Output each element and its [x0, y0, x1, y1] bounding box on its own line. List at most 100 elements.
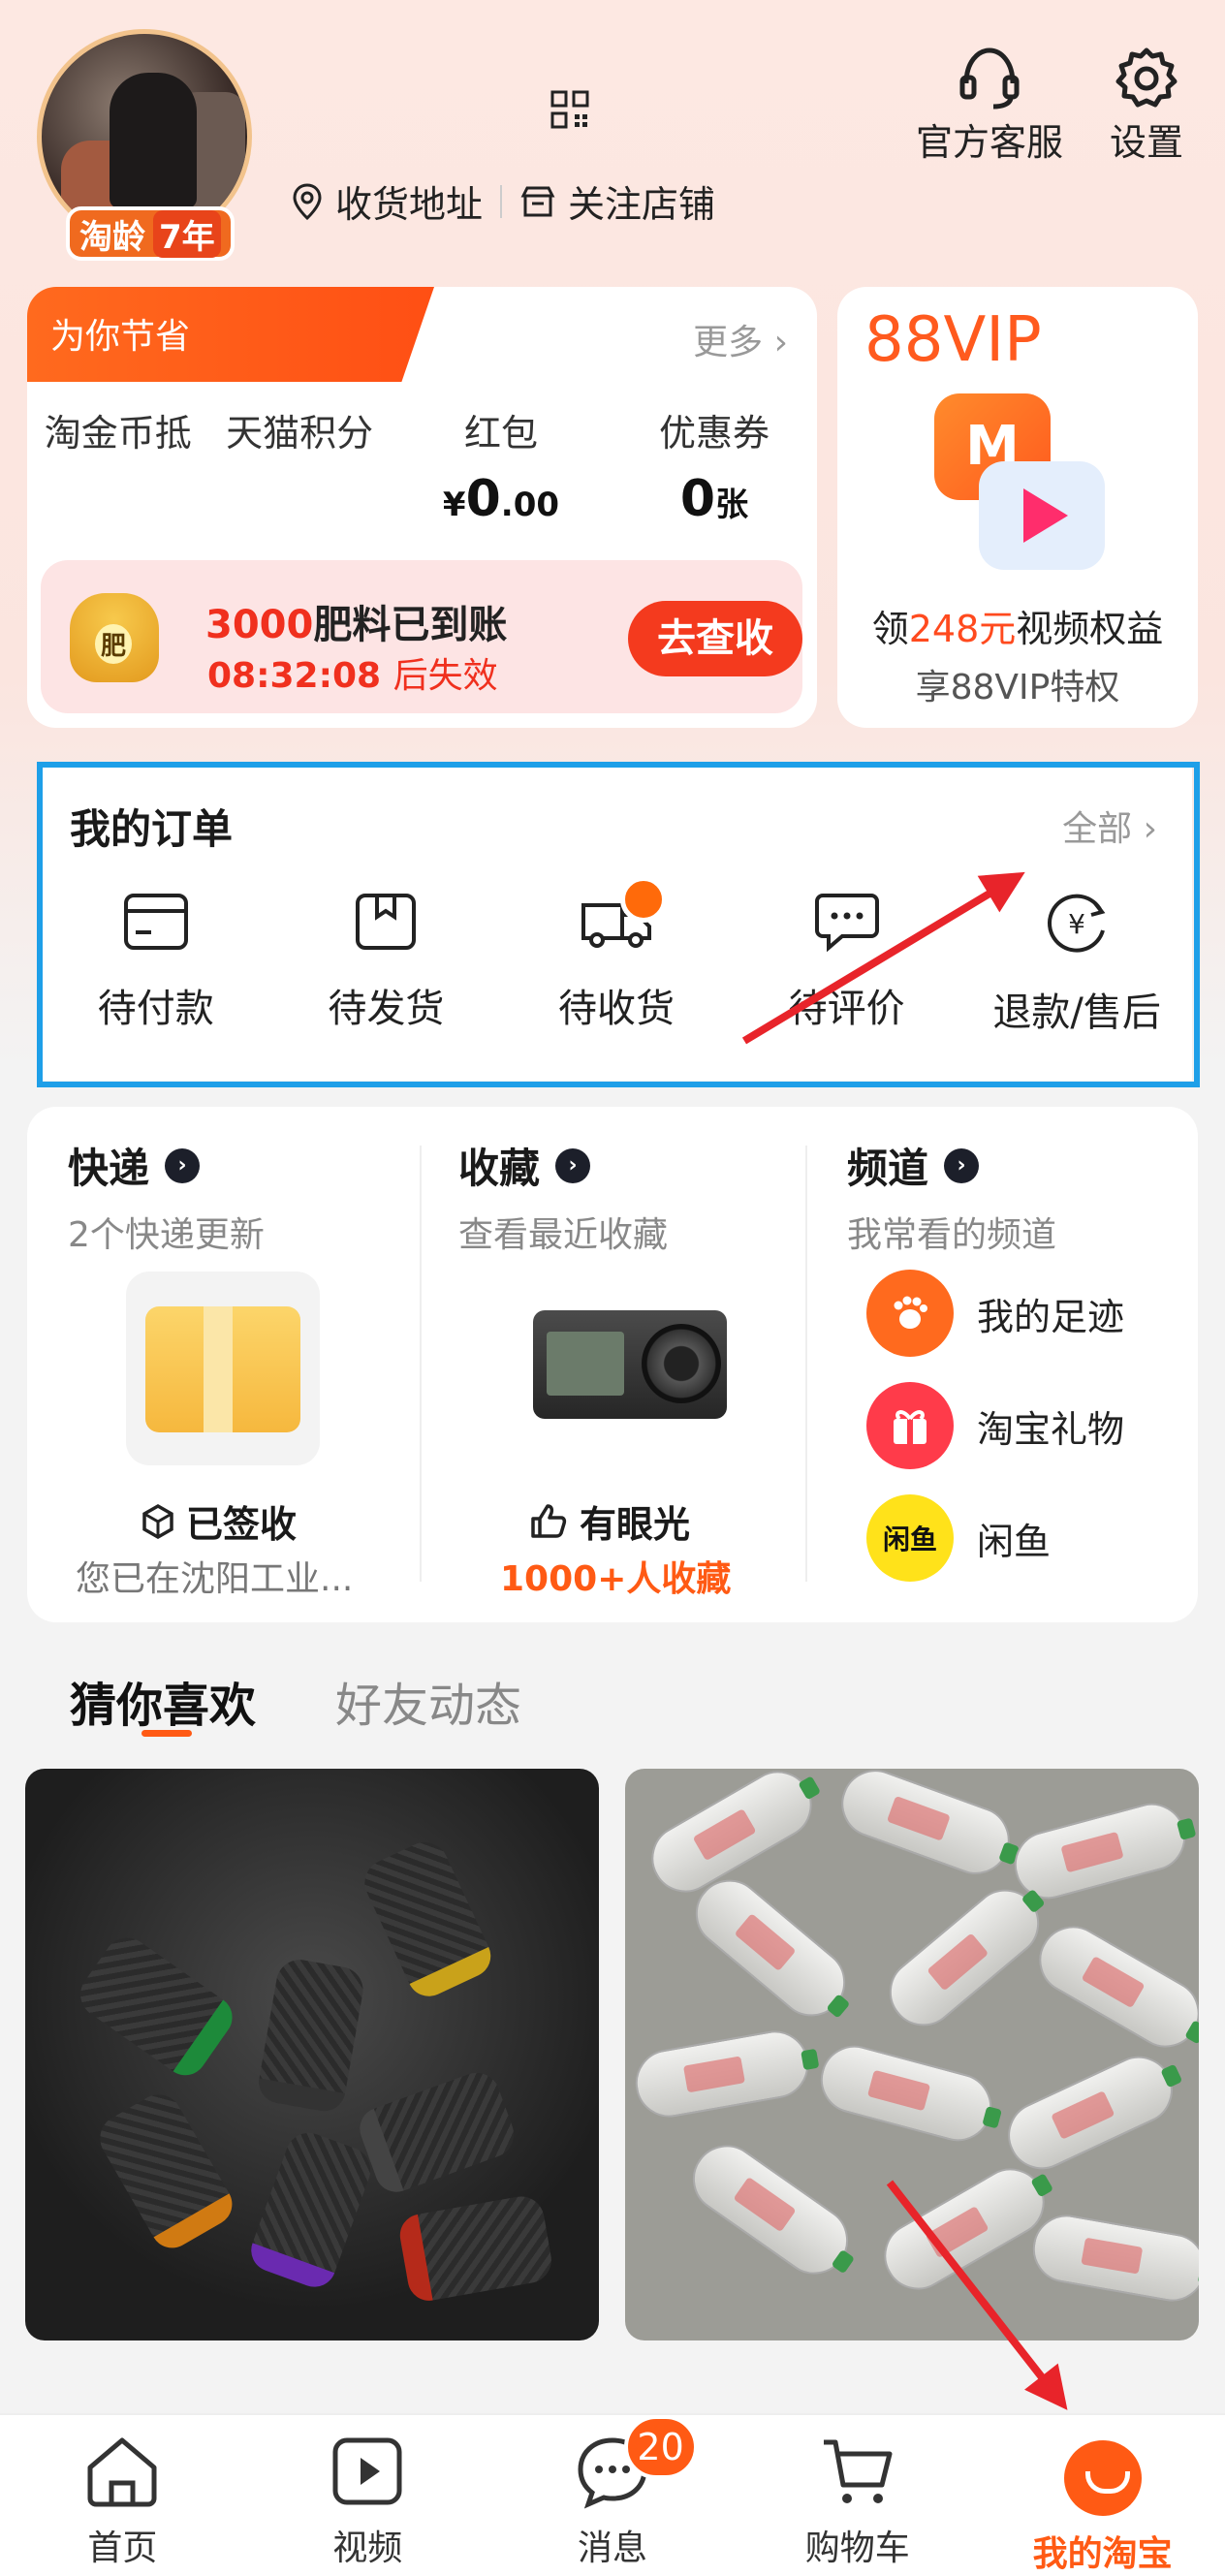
nav-cart[interactable]: 购物车	[735, 2415, 980, 2576]
chevron-right-icon: ›	[165, 1147, 201, 1183]
favorites-note: 1000+人收藏	[500, 1559, 732, 1599]
channel-gift-label: 淘宝礼物	[977, 1407, 1125, 1451]
favorites-status-label: 有眼光	[580, 1503, 691, 1546]
express-subtitle: 2个快递更新	[68, 1215, 265, 1255]
tab-guess-you-like[interactable]: 猜你喜欢	[70, 1667, 256, 1735]
nav-my-taobao[interactable]: 我的淘宝	[980, 2415, 1225, 2576]
divider	[420, 1146, 422, 1582]
message-count-badge: 20	[623, 2415, 698, 2479]
channel-xianyu-label: 闲鱼	[977, 1520, 1052, 1563]
customer-service-label: 官方客服	[916, 121, 1064, 164]
channels-title: 频道	[847, 1145, 929, 1192]
settings-label: 设置	[1110, 121, 1184, 164]
savings-tag: 为你节省	[27, 287, 434, 382]
coupon-unit: 张	[715, 486, 749, 524]
express-title: 快递	[68, 1145, 150, 1192]
vip-title: 88VIP	[864, 304, 1042, 376]
my-taobao-icon	[1063, 2440, 1142, 2516]
fertilizer-expire-text: 后失效	[393, 656, 498, 696]
nav-my-taobao-label: 我的淘宝	[1032, 2534, 1173, 2574]
taojinbi-label: 淘金币抵	[44, 412, 192, 455]
channels-section[interactable]: 频道 › 我常看的频道	[847, 1136, 1056, 1257]
divider	[805, 1146, 807, 1582]
vip-line2: 享88VIP特权	[915, 668, 1120, 707]
bottom-nav: 首页 视频 消息 20 购物车 我的淘宝	[0, 2413, 1225, 2576]
services-card: 快递 › 2个快递更新 已签收 您已在沈阳工业... 收藏 › 查看最近收藏 有眼光…	[27, 1107, 1198, 1622]
xianyu-icon-glyph: 闲鱼	[882, 1524, 937, 1555]
channel-xianyu[interactable]: 闲鱼 闲鱼	[866, 1494, 1051, 1582]
age-badge-years: 7年	[153, 209, 221, 258]
tmall-points-column[interactable]: 天猫积分	[208, 403, 390, 528]
vip-line1-highlight: 248元	[908, 608, 1017, 650]
savings-more-link[interactable]: 更多 ›	[693, 314, 788, 364]
nav-home-label: 首页	[87, 2529, 158, 2568]
vip-card[interactable]: 88VIP M 领248元视频权益 享88VIP特权	[837, 287, 1198, 728]
favorites-subtitle: 查看最近收藏	[458, 1215, 669, 1255]
express-note: 您已在沈阳工业...	[76, 1559, 354, 1599]
footprint-icon	[866, 1270, 954, 1357]
channel-gift[interactable]: 淘宝礼物	[866, 1382, 1124, 1469]
shipping-address-label: 收货地址	[335, 183, 484, 226]
shipping-address-link[interactable]: 收货地址	[291, 174, 483, 228]
coupon-column[interactable]: 优惠券 0张	[612, 403, 817, 528]
fertilizer-amount: 3000	[205, 603, 314, 647]
account-age-badge: 淘龄 7年	[66, 206, 235, 261]
red-packet-label: 红包	[463, 412, 538, 455]
followed-shops-label: 关注店铺	[568, 183, 716, 226]
location-pin-icon	[293, 182, 322, 220]
nav-messages-label: 消息	[577, 2529, 647, 2568]
check-fertilizer-button[interactable]: 去查收	[628, 601, 802, 676]
product-image-gas-canisters[interactable]	[625, 1769, 1199, 2340]
fertilizer-title: 肥料已到账	[313, 603, 508, 647]
red-packet-column[interactable]: 红包 ¥0.00	[391, 403, 612, 528]
thumbs-up-icon	[531, 1503, 567, 1538]
highlight-frame	[37, 762, 1200, 1087]
vip-line1-suffix: 视频权益	[1016, 608, 1164, 650]
shop-icon	[520, 186, 555, 216]
xianyu-icon: 闲鱼	[866, 1494, 954, 1582]
express-status-label: 已签收	[186, 1503, 298, 1546]
product-image-carbon-filters[interactable]	[25, 1769, 599, 2340]
fertilizer-bag-icon: 肥	[70, 593, 159, 682]
red-packet-value: 0	[465, 470, 501, 528]
nav-cart-label: 购物车	[804, 2529, 910, 2568]
savings-card[interactable]: 为你节省 更多 › 淘金币抵 天猫积分 红包 ¥0.00 优惠券 0张 肥 30…	[27, 287, 817, 728]
settings-button[interactable]: 设置	[1110, 45, 1183, 166]
channel-footprint[interactable]: 我的足迹	[866, 1270, 1124, 1357]
express-section[interactable]: 快递 › 2个快递更新	[68, 1136, 265, 1257]
divider	[500, 184, 503, 218]
age-badge-label: 淘龄	[79, 217, 145, 257]
nav-messages[interactable]: 消息 20	[490, 2415, 736, 2576]
channels-subtitle: 我常看的频道	[847, 1215, 1057, 1255]
fertilizer-bag-label: 肥	[95, 624, 133, 664]
video-app-icon	[979, 461, 1105, 570]
followed-shops-link[interactable]: 关注店铺	[519, 174, 715, 228]
headset-icon	[959, 47, 1020, 110]
nav-video[interactable]: 视频	[245, 2415, 490, 2576]
tmall-points-label: 天猫积分	[226, 412, 374, 455]
express-status: 已签收	[141, 1494, 297, 1548]
nav-home[interactable]: 首页	[0, 2415, 245, 2576]
action-camera-thumbnail[interactable]	[533, 1310, 727, 1419]
fertilizer-banner[interactable]: 肥 3000肥料已到账 08:32:08 后失效 去查收	[41, 560, 802, 713]
favorites-title: 收藏	[458, 1145, 541, 1192]
video-icon	[332, 2437, 402, 2505]
gift-icon	[866, 1382, 954, 1469]
tab-friend-updates[interactable]: 好友动态	[335, 1667, 521, 1735]
nav-video-label: 视频	[332, 2529, 403, 2568]
qr-code-icon[interactable]	[550, 89, 590, 130]
favorites-section[interactable]: 收藏 › 查看最近收藏	[458, 1136, 668, 1257]
cube-icon	[142, 1503, 173, 1539]
taojinbi-column[interactable]: 淘金币抵	[27, 403, 208, 528]
parcel-box-icon[interactable]	[126, 1272, 320, 1465]
chevron-right-icon: ›	[944, 1147, 980, 1183]
active-tab-indicator	[141, 1730, 192, 1737]
gear-icon	[1115, 47, 1178, 108]
customer-service-button[interactable]: 官方客服	[916, 45, 1063, 166]
coupon-label: 优惠券	[659, 412, 770, 455]
red-packet-currency: ¥	[442, 486, 466, 524]
red-packet-decimals: .00	[500, 486, 560, 524]
vip-line1-prefix: 领	[871, 608, 909, 650]
chevron-right-icon: ›	[555, 1147, 591, 1183]
cart-icon	[823, 2439, 893, 2503]
